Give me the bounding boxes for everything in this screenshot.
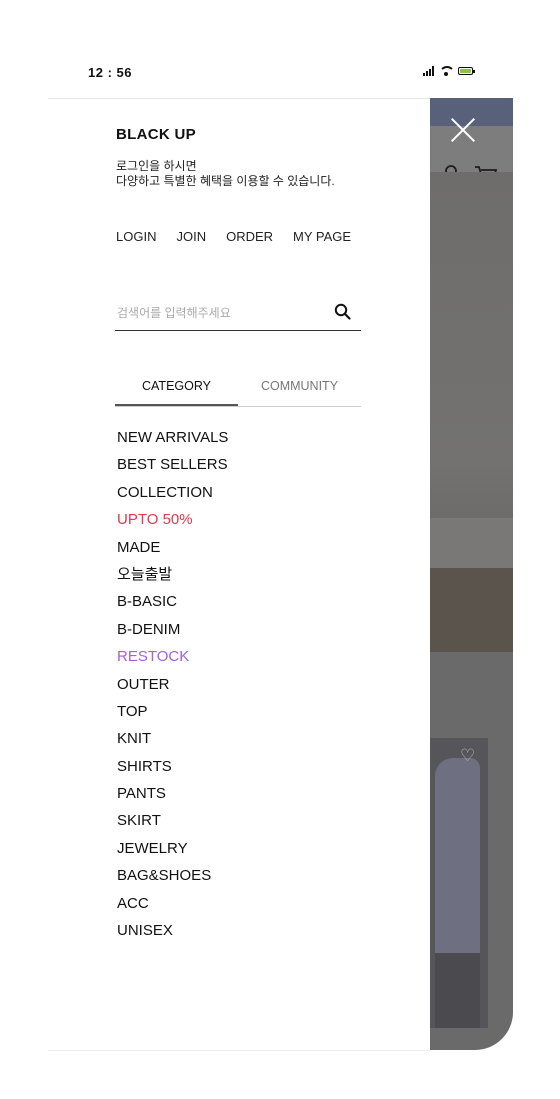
menu-item-unisex[interactable]: UNISEX [117, 922, 228, 949]
close-icon[interactable] [449, 116, 477, 144]
heart-icon: ♡ [460, 746, 476, 765]
background-wall [430, 518, 513, 568]
background-floor [430, 568, 513, 652]
menu-item-made[interactable]: MADE [117, 539, 228, 566]
join-link[interactable]: JOIN [176, 229, 206, 244]
search-bar [115, 297, 361, 331]
menu-item-outer[interactable]: OUTER [117, 676, 228, 703]
tab-community[interactable]: COMMUNITY [238, 377, 361, 406]
menu-item-upto-50[interactable]: UPTO 50% [117, 511, 228, 538]
status-bar: 12 : 56 [48, 48, 513, 98]
order-link[interactable]: ORDER [226, 229, 273, 244]
battery-icon [458, 67, 475, 75]
background-page-overlay[interactable]: ♡ [430, 98, 513, 1050]
category-menu: NEW ARRIVALS BEST SELLERS COLLECTION UPT… [117, 429, 228, 949]
login-intro: 로그인을 하시면 다양하고 특별한 혜택을 이용할 수 있습니다. [116, 159, 335, 189]
side-menu-drawer: BLACK UP 로그인을 하시면 다양하고 특별한 혜택을 이용할 수 있습니… [48, 98, 430, 1051]
login-link[interactable]: LOGIN [116, 229, 156, 244]
brand-logo[interactable]: BLACK UP [116, 126, 196, 143]
intro-line-2: 다양하고 특별한 혜택을 이용할 수 있습니다. [116, 174, 335, 188]
status-icons [423, 66, 475, 76]
wifi-icon [439, 66, 453, 76]
menu-item-shirts[interactable]: SHIRTS [117, 758, 228, 785]
menu-item-jewelry[interactable]: JEWELRY [117, 840, 228, 867]
bottom-divider [48, 1050, 430, 1051]
menu-item-new-arrivals[interactable]: NEW ARRIVALS [117, 429, 228, 456]
intro-line-1: 로그인을 하시면 [116, 159, 197, 173]
my-page-link[interactable]: MY PAGE [293, 229, 351, 244]
signal-icon [423, 66, 434, 76]
menu-item-collection[interactable]: COLLECTION [117, 484, 228, 511]
menu-item-skirt[interactable]: SKIRT [117, 812, 228, 839]
menu-item-restock[interactable]: RESTOCK [117, 648, 228, 675]
search-icon[interactable] [334, 303, 351, 320]
menu-item-knit[interactable]: KNIT [117, 730, 228, 757]
background-model [435, 758, 480, 958]
menu-item-pants[interactable]: PANTS [117, 785, 228, 812]
background-model-pants [435, 953, 480, 1028]
tab-category[interactable]: CATEGORY [115, 377, 238, 406]
menu-item-b-denim[interactable]: B-DENIM [117, 621, 228, 648]
menu-tabs: CATEGORY COMMUNITY [115, 377, 361, 407]
status-time: 12 : 56 [88, 65, 132, 80]
search-input[interactable] [117, 303, 317, 323]
menu-item-bag-shoes[interactable]: BAG&SHOES [117, 867, 228, 894]
menu-item-same-day-ship[interactable]: 오늘출발 [117, 566, 228, 593]
menu-item-b-basic[interactable]: B-BASIC [117, 593, 228, 620]
menu-item-best-sellers[interactable]: BEST SELLERS [117, 456, 228, 483]
menu-item-acc[interactable]: ACC [117, 895, 228, 922]
quick-links: LOGIN JOIN ORDER MY PAGE [116, 229, 351, 244]
menu-item-top[interactable]: TOP [117, 703, 228, 730]
